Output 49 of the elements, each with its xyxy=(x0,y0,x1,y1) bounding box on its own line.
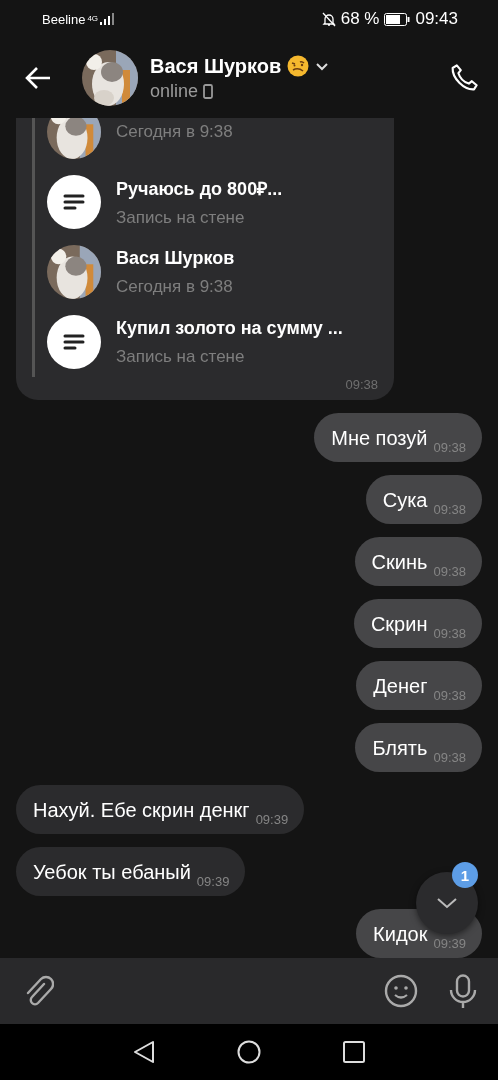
signal-icon xyxy=(100,13,115,25)
message-text: Денег xyxy=(373,675,428,698)
message-text: Мне позуй xyxy=(331,427,428,450)
attachment-title[interactable]: Ручаюсь до 800₽... xyxy=(116,176,283,200)
emoji-icon[interactable] xyxy=(384,974,418,1008)
battery-icon xyxy=(384,12,411,26)
muted-bell-icon xyxy=(321,11,336,27)
attachment-subtitle: Сегодня в 9:38 xyxy=(116,276,234,297)
back-icon[interactable] xyxy=(24,66,52,90)
message-time: 09:39 xyxy=(255,812,289,827)
attachment-subtitle: Сегодня в 9:38 xyxy=(116,122,233,142)
home-nav-icon[interactable] xyxy=(237,1040,261,1064)
clock: 09:43 xyxy=(415,9,458,29)
attachment-subtitle: Запись на стене xyxy=(116,346,246,367)
online-status: online xyxy=(150,80,199,102)
recents-nav-icon[interactable] xyxy=(343,1041,365,1063)
woozy-emoji-icon xyxy=(287,55,310,77)
back-nav-icon[interactable] xyxy=(133,1040,155,1064)
contact-name[interactable]: Вася Шурков xyxy=(150,54,282,78)
attachment-title[interactable]: Вася Шурков xyxy=(116,247,235,269)
message-time: 09:38 xyxy=(433,626,466,641)
unread-badge: 1 xyxy=(452,862,478,888)
message-time: 09:39 xyxy=(433,936,466,951)
message-time: 09:38 xyxy=(433,502,466,517)
post-icon xyxy=(47,315,101,369)
network-type: 4G xyxy=(87,13,99,23)
attachment-title[interactable]: Купил золото на сумму ... xyxy=(116,317,343,339)
message-time: 09:38 xyxy=(345,377,378,392)
carrier-name: Beeline xyxy=(42,11,86,27)
battery-percent: 68 % xyxy=(340,9,380,29)
message-time: 09:38 xyxy=(433,564,466,579)
message-text: Сука xyxy=(382,489,428,512)
message-text: Блять xyxy=(372,737,428,760)
message-text: Скинь xyxy=(371,551,428,574)
message-time: 09:38 xyxy=(433,688,466,703)
chevron-down-icon xyxy=(436,897,458,909)
attachment-subtitle: Запись на стене xyxy=(116,208,246,228)
message-time: 09:38 xyxy=(433,750,466,765)
message-text: Уебок ты ебаный xyxy=(33,861,191,884)
message-time: 09:38 xyxy=(433,440,466,455)
post-icon xyxy=(47,175,101,229)
microphone-icon[interactable] xyxy=(448,974,478,1008)
chevron-down-icon[interactable] xyxy=(315,61,330,71)
message-time: 09:39 xyxy=(196,874,230,889)
phone-device-icon xyxy=(203,83,214,99)
message-text: Скрин xyxy=(370,613,428,636)
message-text: Нахуй. Ебе скрин денкг xyxy=(33,799,250,822)
attach-icon[interactable] xyxy=(24,974,54,1008)
message-text: Кидок xyxy=(373,923,428,946)
